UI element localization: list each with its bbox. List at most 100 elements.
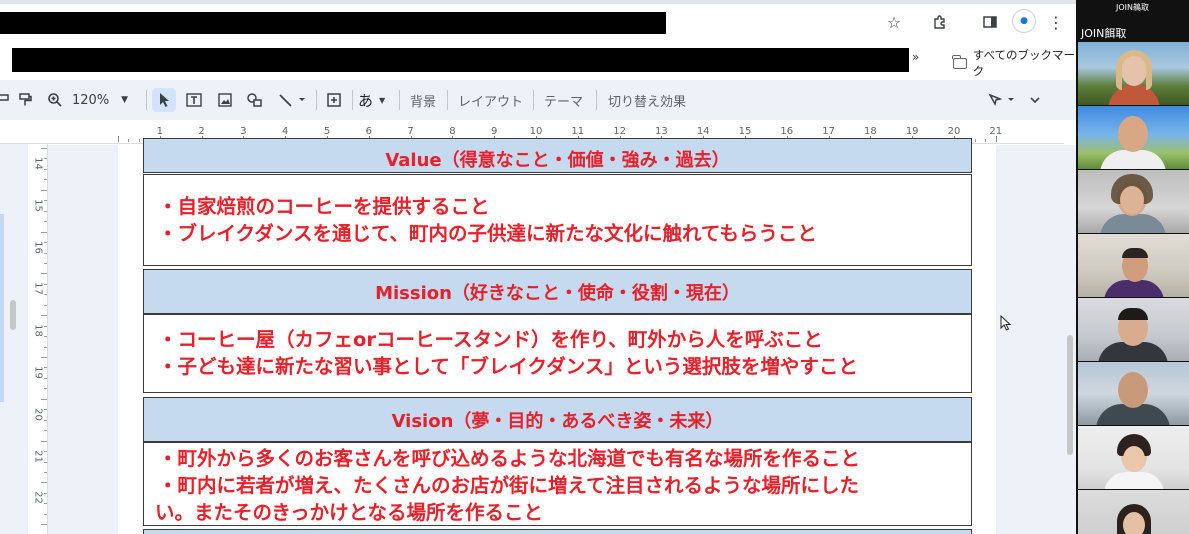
ruler-tick <box>41 231 47 233</box>
toolbar-divider <box>352 90 353 110</box>
collapse-toolbar-icon[interactable] <box>1024 88 1046 112</box>
ruler-tick <box>44 325 47 327</box>
select-tool-button[interactable] <box>152 88 176 112</box>
ruler-number: 21 <box>32 449 44 463</box>
ruler-tick <box>41 273 47 275</box>
chevron-down-icon: ▼ <box>121 95 129 105</box>
participant-video-tile[interactable] <box>1078 490 1189 534</box>
participant-video-tile[interactable] <box>1078 362 1189 425</box>
ruler-tick <box>41 315 47 317</box>
ruler-tick <box>44 168 47 170</box>
ruler-tick <box>44 210 47 212</box>
bookmark-star-icon[interactable]: ☆ <box>882 10 906 34</box>
paint-roller-icon[interactable] <box>0 88 12 112</box>
ruler-number: 22 <box>32 491 44 505</box>
folder-icon <box>952 54 967 69</box>
filmstrip-resize-handle[interactable] <box>10 300 16 330</box>
shape-icon[interactable] <box>243 88 267 112</box>
pen-tool-button[interactable] <box>984 88 1020 112</box>
ruler-number: 14 <box>696 126 710 137</box>
extensions-icon[interactable] <box>928 10 952 34</box>
participant-video-tile[interactable] <box>1078 298 1189 361</box>
zoom-value: 120% <box>72 92 110 108</box>
participant-video-tile[interactable] <box>1078 234 1189 297</box>
address-bar-redacted[interactable] <box>0 12 666 34</box>
ruler-number: 13 <box>655 126 668 137</box>
ruler-number: 20 <box>947 126 961 137</box>
ruler-tick <box>41 440 47 442</box>
ruler-number: 2 <box>198 126 205 137</box>
theme-button[interactable]: テーマ <box>544 91 583 110</box>
ruler-number: 15 <box>738 126 752 137</box>
vision-body[interactable]: ・町外から多くのお客さんを呼び込めるような北海道でも有名な場所を作ること ・町内… <box>143 442 972 526</box>
ruler-number: 14 <box>32 157 44 170</box>
selected-slide-indicator <box>0 214 4 402</box>
ruler-tick <box>44 304 47 306</box>
all-bookmarks-button[interactable]: すべてのブックマーク <box>952 47 1076 79</box>
layout-button[interactable]: レイアウト <box>458 91 523 110</box>
mission-header[interactable]: Mission（好きなこと・使命・役割・現在） <box>143 269 972 314</box>
mission-body[interactable]: ・コーヒー屋（カフェorコーヒースタンド）を作り、町外から人を呼ぶこと ・子ども… <box>143 314 972 393</box>
ruler-tick <box>44 409 47 411</box>
ruler-tick <box>44 419 47 421</box>
ruler-number: 10 <box>529 126 543 137</box>
ruler-tick <box>44 513 47 515</box>
ruler-number: 1 <box>156 126 163 137</box>
ruler-number: 3 <box>240 126 247 137</box>
background-button[interactable]: 背景 <box>410 91 436 110</box>
ruler-number: 16 <box>780 126 794 137</box>
vertical-scrollbar[interactable] <box>1064 145 1076 534</box>
vision-header[interactable]: Vision（夢・目的・あるべき姿・未来） <box>143 397 972 442</box>
scrollbar-thumb[interactable] <box>1067 335 1073 455</box>
ruler-tick <box>44 294 47 296</box>
participant-video-tile[interactable] <box>1078 42 1189 105</box>
vision-line: ・町内に若者が増え、たくさんのお店が街に増えて注目されるような場所にした <box>158 474 860 497</box>
paint-format-icon[interactable] <box>14 88 36 112</box>
ruler-number: 21 <box>989 126 1003 137</box>
image-icon[interactable] <box>213 88 237 112</box>
ruler-number: 19 <box>905 126 919 137</box>
ruler-tick <box>44 471 47 473</box>
profile-avatar[interactable]: ● <box>1012 9 1036 33</box>
line-tool-icon[interactable] <box>274 88 310 112</box>
input-tools-button[interactable]: あ ▼ <box>358 88 394 112</box>
ruler-tick <box>41 357 47 358</box>
browser-chrome: ☆ ● ⋮ » すべてのブックマーク <box>0 0 1076 80</box>
input-tools-label: あ <box>358 91 374 110</box>
ruler-number: 17 <box>822 126 835 137</box>
add-comment-icon[interactable] <box>322 88 346 112</box>
ruler-tick <box>44 346 47 348</box>
ruler-tick <box>44 461 47 463</box>
ruler-number: 9 <box>491 126 498 137</box>
ruler-tick <box>41 524 47 526</box>
ruler-number: 18 <box>32 324 44 338</box>
ruler-number: 6 <box>365 126 372 137</box>
ruler-tick <box>41 148 47 149</box>
ruler-tick <box>138 139 140 142</box>
participant-video-tile[interactable] <box>1078 426 1189 489</box>
menu-kebab-icon[interactable]: ⋮ <box>1044 10 1068 34</box>
chevron-down-icon: ▼ <box>379 95 386 105</box>
mission-line: ・コーヒー屋（カフェorコーヒースタンド）を作り、町外から人を呼ぶこと <box>158 328 823 351</box>
participant-video-tile[interactable] <box>1078 106 1189 169</box>
toolbar-divider <box>399 90 400 110</box>
zoom-icon[interactable] <box>44 88 66 112</box>
bookmarks-overflow-button[interactable]: » <box>912 50 919 64</box>
side-panel-icon[interactable] <box>978 10 1002 34</box>
ruler-tick <box>118 136 119 142</box>
ruler-tick <box>44 503 47 505</box>
value-line: ・自家焙煎のコーヒーを提供すること <box>158 195 490 218</box>
transition-button[interactable]: 切り替え効果 <box>608 91 686 110</box>
ruler-number: 11 <box>571 126 585 137</box>
zoom-select[interactable]: 120% ▼ <box>72 88 138 112</box>
ruler-number: 8 <box>449 126 456 137</box>
value-header[interactable]: Value（得意なこと・価値・強み・過去） <box>143 138 972 173</box>
ruler-tick <box>44 377 47 379</box>
ruler-tick <box>44 283 47 285</box>
filmstrip-edge <box>0 144 28 534</box>
value-body[interactable]: ・自家焙煎のコーヒーを提供すること ・ブレイクダンスを通じて、町内の子供達に新た… <box>143 174 972 266</box>
ruler-number: 20 <box>32 407 44 421</box>
text-box-icon[interactable] <box>182 88 206 112</box>
ruler-number: 15 <box>32 198 44 212</box>
participant-video-tile[interactable] <box>1078 170 1189 233</box>
